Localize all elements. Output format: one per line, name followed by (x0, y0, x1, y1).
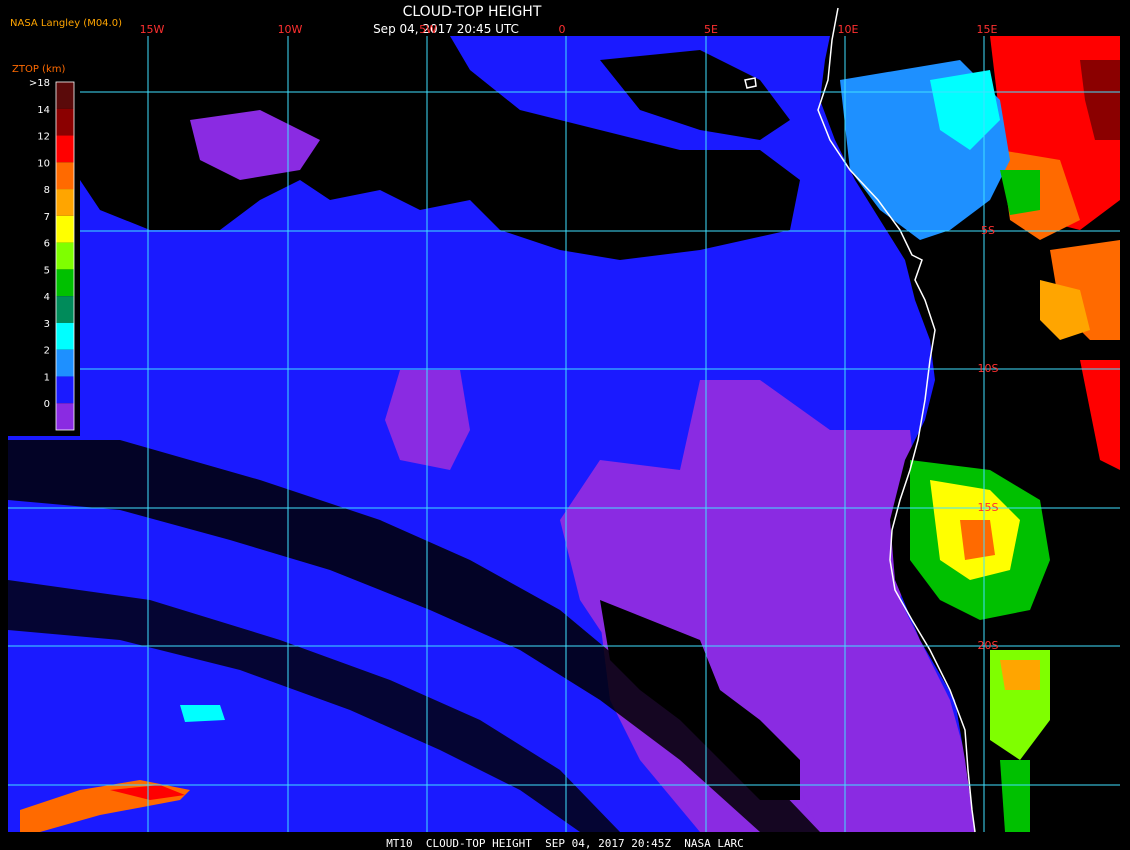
legend-swatch (56, 215, 74, 243)
producer-label: NASA Langley (M04.0) (10, 18, 122, 29)
legend-swatch (56, 242, 74, 270)
legend-swatch (56, 296, 74, 323)
lat-label-15s: 15S (978, 501, 999, 514)
lon-label-10e: 10E (838, 23, 859, 36)
longitude-labels: 15W 10W 5W 0 5E 10E 15E (140, 23, 998, 36)
legend-tick-label: 12 (37, 132, 50, 143)
lon-label-5e: 5E (704, 23, 718, 36)
lat-label-5s: 5S (981, 224, 995, 237)
legend-tick-label: 6 (44, 239, 50, 250)
color-legend: ZTOP (km) >18141210876543210 (8, 58, 80, 436)
legend-tick-label: 1 (44, 372, 50, 383)
cloud-top-height-map: CLOUD-TOP HEIGHT Sep 04, 2017 20:45 UTC … (8, 4, 1120, 850)
legend-tick-label: 2 (44, 346, 50, 357)
legend-tick-label: 7 (44, 212, 50, 223)
legend-tick-label: 5 (44, 265, 50, 276)
map-title: CLOUD-TOP HEIGHT (403, 4, 542, 20)
legend-tick-label: 4 (44, 292, 50, 303)
legend-swatch (56, 82, 74, 109)
legend-swatches (55, 81, 75, 431)
legend-tick-label: 8 (44, 185, 50, 196)
legend-tick-label: 0 (44, 399, 50, 410)
convective-cloud-region (960, 520, 995, 560)
lon-label-10w: 10W (278, 23, 303, 36)
footer-caption: MT10 CLOUD-TOP HEIGHT SEP 04, 2017 20:45… (386, 837, 744, 850)
legend-swatch (56, 108, 74, 136)
convective-cloud-region (1000, 760, 1030, 832)
convective-cloud-region (180, 705, 225, 722)
lon-label-15w: 15W (140, 23, 165, 36)
legend-title: ZTOP (km) (12, 64, 65, 75)
lon-label-15e: 15E (977, 23, 998, 36)
legend-tick-label: 14 (37, 105, 50, 116)
lon-label-0: 0 (559, 23, 566, 36)
lon-label-5w: 5W (419, 23, 437, 36)
legend-swatch (56, 269, 74, 297)
lat-label-20s: 20S (978, 639, 999, 652)
legend-swatch (56, 162, 74, 190)
map-datetime: Sep 04, 2017 20:45 UTC (373, 22, 519, 36)
legend-tick-label: 3 (44, 319, 50, 330)
legend-swatch (56, 403, 74, 430)
legend-tick-label: 10 (37, 158, 50, 169)
legend-swatch (56, 189, 74, 216)
satellite-image (8, 36, 1120, 832)
legend-swatch (56, 349, 74, 377)
legend-swatch (56, 376, 74, 404)
legend-swatch (56, 322, 74, 350)
legend-tick-label: >18 (29, 78, 50, 89)
convective-cloud-region (1000, 660, 1040, 690)
lat-label-10s: 10S (978, 362, 999, 375)
legend-swatch (56, 135, 74, 163)
